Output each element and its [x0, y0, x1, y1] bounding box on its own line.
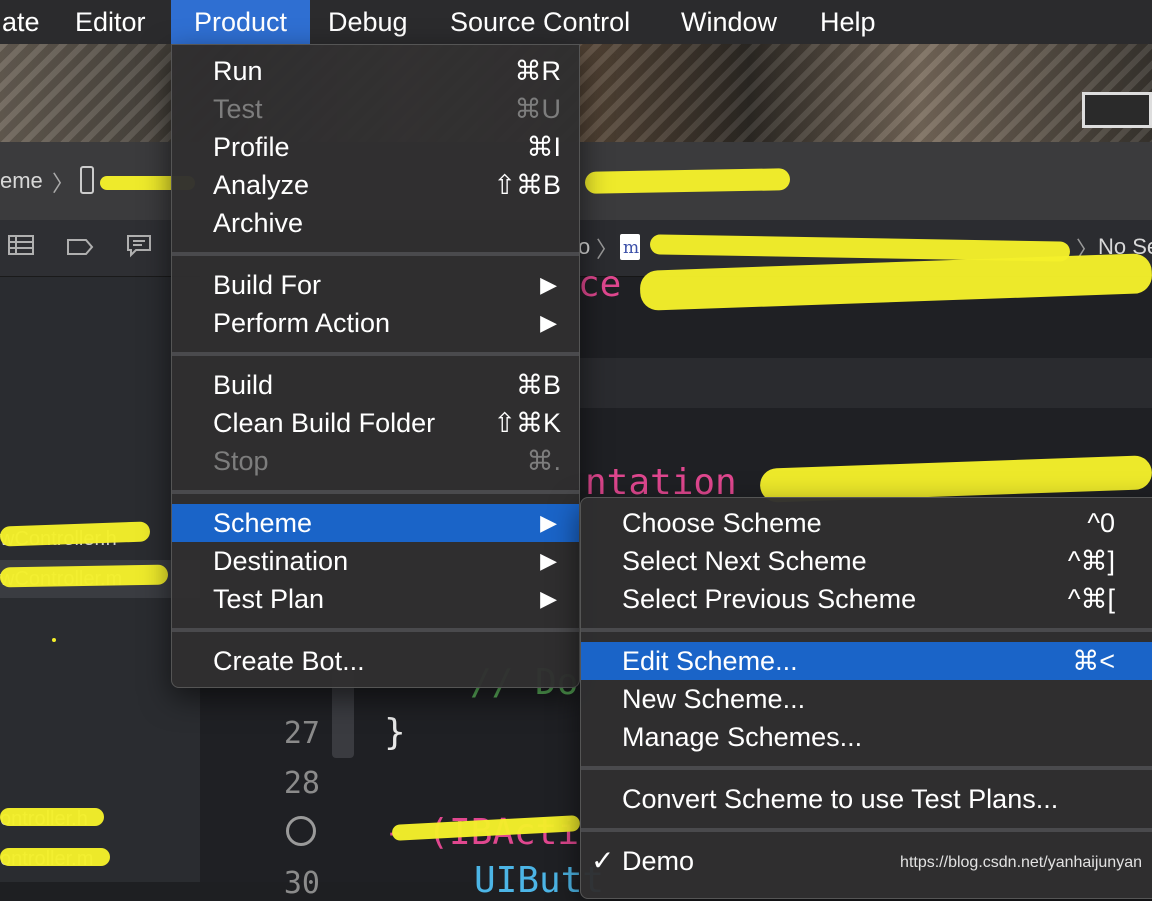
menu-separator — [172, 352, 579, 356]
menu-navigate[interactable]: ate — [0, 0, 46, 44]
menu-item-select-previous-scheme[interactable]: Select Previous Scheme ^⌘[ — [581, 580, 1152, 618]
line-number: 30 — [283, 866, 320, 901]
menu-item-select-next-scheme[interactable]: Select Next Scheme ^⌘] — [581, 542, 1152, 580]
submenu-arrow-icon: ▶ — [540, 272, 557, 297]
dot — [52, 638, 56, 642]
device-iphone-icon — [80, 166, 94, 194]
code-fragment: ce — [578, 264, 622, 305]
breakpoint-circle-icon[interactable] — [286, 816, 316, 846]
menu-item-test: Test ⌘U — [213, 94, 561, 124]
comment-icon[interactable] — [126, 234, 152, 264]
menu-bar: ate Editor Product Debug Source Control … — [0, 0, 1152, 45]
submenu-arrow-icon: ▶ — [540, 310, 557, 335]
menu-separator — [581, 628, 1152, 632]
menu-item-run[interactable]: Run ⌘R — [172, 52, 579, 90]
menu-separator — [172, 628, 579, 632]
redaction-scribble — [0, 564, 169, 588]
menu-separator — [581, 828, 1152, 832]
breadcrumb-separator: 〉 — [596, 237, 619, 262]
navigator-tab-bar — [0, 220, 200, 277]
submenu-arrow-icon: ▶ — [540, 548, 557, 573]
scheme-name[interactable]: eme — [0, 168, 43, 194]
tag-icon[interactable] — [66, 236, 94, 262]
menu-item-perform-action[interactable]: Perform Action ▶ — [172, 304, 579, 342]
list-icon[interactable] — [8, 234, 34, 262]
watermark-text: https://blog.csdn.net/yanhaijunyan — [900, 854, 1142, 871]
menu-help[interactable]: Help — [820, 0, 876, 44]
menu-item-test-plan[interactable]: Test Plan ▶ — [172, 580, 579, 618]
menu-item-edit-scheme[interactable]: Edit Scheme... ⌘< — [581, 642, 1152, 680]
menu-item-analyze[interactable]: Analyze ⇧⌘B — [172, 166, 579, 204]
menu-item-clean-build-folder[interactable]: Clean Build Folder ⇧⌘K — [172, 404, 579, 442]
code-brace: } — [384, 712, 406, 753]
menu-source-control[interactable]: Source Control — [450, 0, 630, 44]
menu-item-new-scheme[interactable]: New Scheme... — [581, 680, 1152, 718]
menu-item-destination[interactable]: Destination ▶ — [172, 542, 579, 580]
menu-item-build[interactable]: Build ⌘B — [172, 366, 579, 404]
scheme-submenu: Choose Scheme ^0 Select Next Scheme ^⌘] Se… — [580, 497, 1152, 899]
menu-debug[interactable]: Debug — [328, 0, 408, 44]
breadcrumb-separator: 〉 — [52, 171, 75, 196]
menu-item-scheme[interactable]: Scheme ▶ — [172, 504, 579, 542]
menu-separator — [581, 766, 1152, 770]
menu-item-build-for[interactable]: Build For ▶ — [172, 266, 579, 304]
checkmark-icon: ✓ — [591, 845, 615, 876]
menu-item-choose-scheme[interactable]: Choose Scheme ^0 — [581, 504, 1152, 542]
menu-separator — [172, 252, 579, 256]
menu-editor[interactable]: Editor — [75, 0, 146, 44]
menu-separator — [172, 490, 579, 494]
menu-item-convert-scheme[interactable]: Convert Scheme to use Test Plans... — [581, 780, 1152, 818]
menu-item-archive[interactable]: Archive — [172, 204, 579, 242]
submenu-arrow-icon: ▶ — [540, 510, 557, 535]
menu-item-stop: Stop ⌘. — [213, 446, 561, 476]
menu-window[interactable]: Window — [681, 0, 777, 44]
screenshot-thumbnail[interactable] — [1082, 92, 1152, 128]
objc-file-icon: m — [620, 234, 640, 260]
redaction-scribble — [584, 168, 791, 194]
line-number: 28 — [283, 766, 320, 801]
menu-item-manage-schemes[interactable]: Manage Schemes... — [581, 718, 1152, 756]
product-menu: Run ⌘R Test ⌘U Profile ⌘I Analyze ⇧⌘B Archiv… — [171, 44, 580, 688]
submenu-arrow-icon: ▶ — [540, 586, 557, 611]
menu-item-profile[interactable]: Profile ⌘I — [172, 128, 579, 166]
menu-product[interactable]: Product — [171, 0, 310, 44]
redaction-scribble — [0, 848, 110, 866]
line-number: 27 — [283, 716, 320, 751]
redaction-scribble — [0, 808, 104, 826]
menu-item-create-bot[interactable]: Create Bot... — [172, 642, 579, 680]
